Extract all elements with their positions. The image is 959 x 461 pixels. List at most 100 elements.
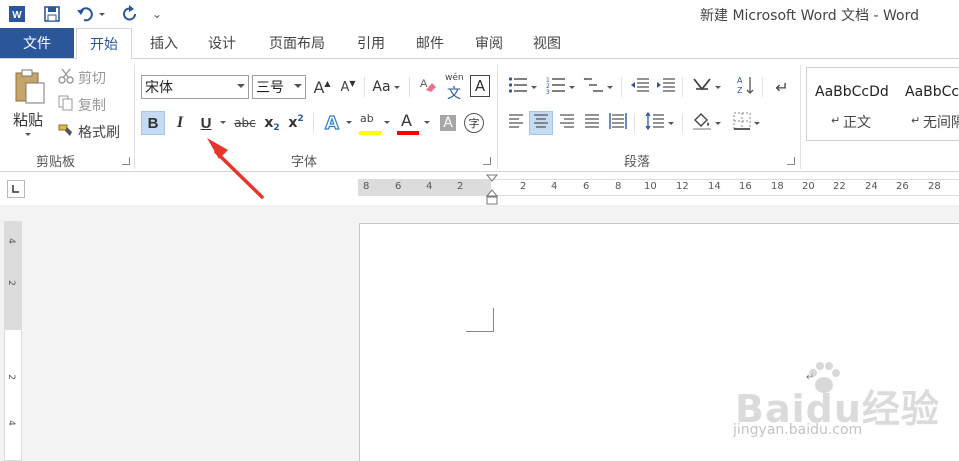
font-color-dropdown-icon[interactable] [424, 121, 430, 124]
character-shading-button[interactable]: A [436, 111, 460, 135]
highlight-button[interactable]: ab [358, 111, 382, 137]
format-painter-button[interactable]: 格式刷 [58, 121, 120, 143]
ruler-tick: 18 [771, 181, 784, 192]
clear-format-button[interactable]: A [416, 75, 440, 99]
copy-button[interactable]: 复制 [58, 94, 106, 116]
borders-button[interactable] [728, 111, 764, 135]
align-center-button[interactable] [529, 111, 553, 135]
distributed-button[interactable] [606, 111, 630, 135]
document-title: 新建 Microsoft Word 文档 - Word [700, 8, 919, 24]
vertical-ruler[interactable]: 4 2 2 4 [4, 221, 22, 461]
enclose-characters-button[interactable]: 字 [462, 111, 486, 135]
highlight-dropdown-icon[interactable] [384, 121, 390, 124]
align-right-button[interactable] [555, 111, 579, 135]
text-effects-icon: A [324, 112, 339, 134]
shrink-font-button[interactable]: A ▼ [336, 75, 360, 99]
indent-marker-icon[interactable] [485, 174, 499, 209]
grow-font-button[interactable]: A ▲ [310, 75, 334, 99]
eraser-icon: A [419, 76, 437, 98]
ruler-tick: 2 [457, 181, 464, 192]
redo-icon[interactable] [118, 3, 142, 25]
tab-insert[interactable]: 插入 [140, 28, 188, 58]
font-size-value: 三号 [256, 80, 284, 96]
undo-icon[interactable] [74, 3, 96, 25]
paste-button[interactable]: 粘贴 [8, 67, 52, 139]
tab-view[interactable]: 视图 [522, 28, 572, 58]
tab-review[interactable]: 审阅 [464, 28, 514, 58]
sort-icon: AZ [737, 75, 755, 99]
font-name-dropdown-icon[interactable] [237, 84, 245, 88]
paste-dropdown-icon [25, 133, 31, 136]
horizontal-ruler[interactable] [491, 179, 959, 196]
ruler-tick: 26 [896, 181, 909, 192]
tab-design[interactable]: 设计 [198, 28, 246, 58]
align-left-button[interactable] [504, 111, 528, 135]
numbering-button[interactable]: 123 [542, 75, 578, 99]
sort-button[interactable]: AZ [734, 75, 758, 99]
phonetic-guide-button[interactable]: wén 文 [443, 73, 467, 102]
ruler-tick: 8 [615, 181, 622, 192]
tab-home[interactable]: 开始 [76, 28, 132, 59]
watermark-url: jingyan.baidu.com [733, 422, 863, 438]
bullets-button[interactable] [504, 75, 540, 99]
numbering-dropdown-icon [568, 85, 575, 89]
phonetic-guide-top: wén [445, 73, 464, 83]
undo-dropdown-icon[interactable] [96, 3, 108, 25]
ruler-tick: 14 [708, 181, 721, 192]
format-painter-label: 格式刷 [78, 125, 120, 141]
line-spacing-button[interactable] [641, 111, 677, 135]
tab-page-layout[interactable]: 页面布局 [258, 28, 336, 58]
show-marks-button[interactable]: ↵ [770, 75, 794, 99]
change-case-button[interactable]: Aa [368, 75, 404, 99]
shrink-font-icon: A [340, 79, 350, 95]
decrease-indent-button[interactable] [628, 75, 652, 99]
style-normal-name: 正文 [843, 115, 871, 131]
justify-button[interactable] [580, 111, 604, 135]
bold-button[interactable]: B [141, 111, 165, 135]
italic-icon: I [176, 114, 184, 131]
paragraph-mark-icon: ↵ [775, 77, 789, 97]
word-window: W ⌄ 新建 Microsoft Word 文档 - Word 文件 开始 插入… [0, 0, 959, 461]
tab-selector-button[interactable] [7, 180, 25, 198]
underline-icon: U [200, 114, 212, 132]
tab-file[interactable]: 文件 [0, 28, 74, 58]
font-color-button[interactable]: A [396, 111, 420, 137]
character-shading-icon: A [440, 115, 456, 131]
borders-dropdown-icon [753, 121, 760, 125]
font-size-combo[interactable]: 三号 [252, 75, 306, 99]
ruler-tick: 8 [363, 181, 370, 192]
increase-indent-button[interactable] [654, 75, 678, 99]
phonetic-guide-char: 文 [447, 86, 461, 102]
tab-references[interactable]: 引用 [346, 28, 396, 58]
font-name-combo[interactable]: 宋体 [141, 75, 249, 99]
svg-text:Z: Z [737, 86, 743, 95]
clipboard-launcher-icon[interactable] [122, 157, 130, 165]
font-size-dropdown-icon[interactable] [294, 84, 302, 88]
annotation-arrow-icon [207, 138, 264, 199]
asian-layout-dropdown-icon [714, 85, 721, 89]
tab-mailings[interactable]: 邮件 [406, 28, 454, 58]
italic-button[interactable]: I [168, 111, 192, 135]
character-border-button[interactable]: A [470, 75, 490, 97]
style-normal[interactable]: AaBbCcDd ↵ 正文 [807, 68, 897, 140]
multilevel-list-button[interactable] [580, 75, 616, 99]
ruler-tick: 4 [5, 238, 16, 244]
paragraph-launcher-icon[interactable] [787, 157, 795, 165]
numbering-icon: 123 [546, 76, 566, 98]
save-icon[interactable] [40, 3, 64, 25]
text-effects-dropdown-icon[interactable] [346, 121, 352, 124]
borders-icon [733, 112, 751, 134]
text-effects-button[interactable]: A [320, 111, 344, 135]
font-launcher-icon[interactable] [483, 157, 491, 165]
superscript-button[interactable]: x2 [284, 111, 308, 135]
asian-layout-button[interactable] [688, 75, 724, 99]
style-no-spacing[interactable]: AaBbCc ↵ 无间隔 [899, 68, 959, 140]
cut-button[interactable]: 剪切 [58, 67, 106, 89]
svg-text:3: 3 [546, 89, 550, 94]
bullets-dropdown-icon [530, 85, 537, 89]
underline-dropdown-icon[interactable] [220, 121, 226, 124]
svg-text:A: A [420, 78, 428, 90]
ruler-tick: 16 [739, 181, 752, 192]
customize-quick-access-icon[interactable]: ⌄ [150, 3, 164, 25]
shading-button[interactable] [688, 111, 724, 135]
